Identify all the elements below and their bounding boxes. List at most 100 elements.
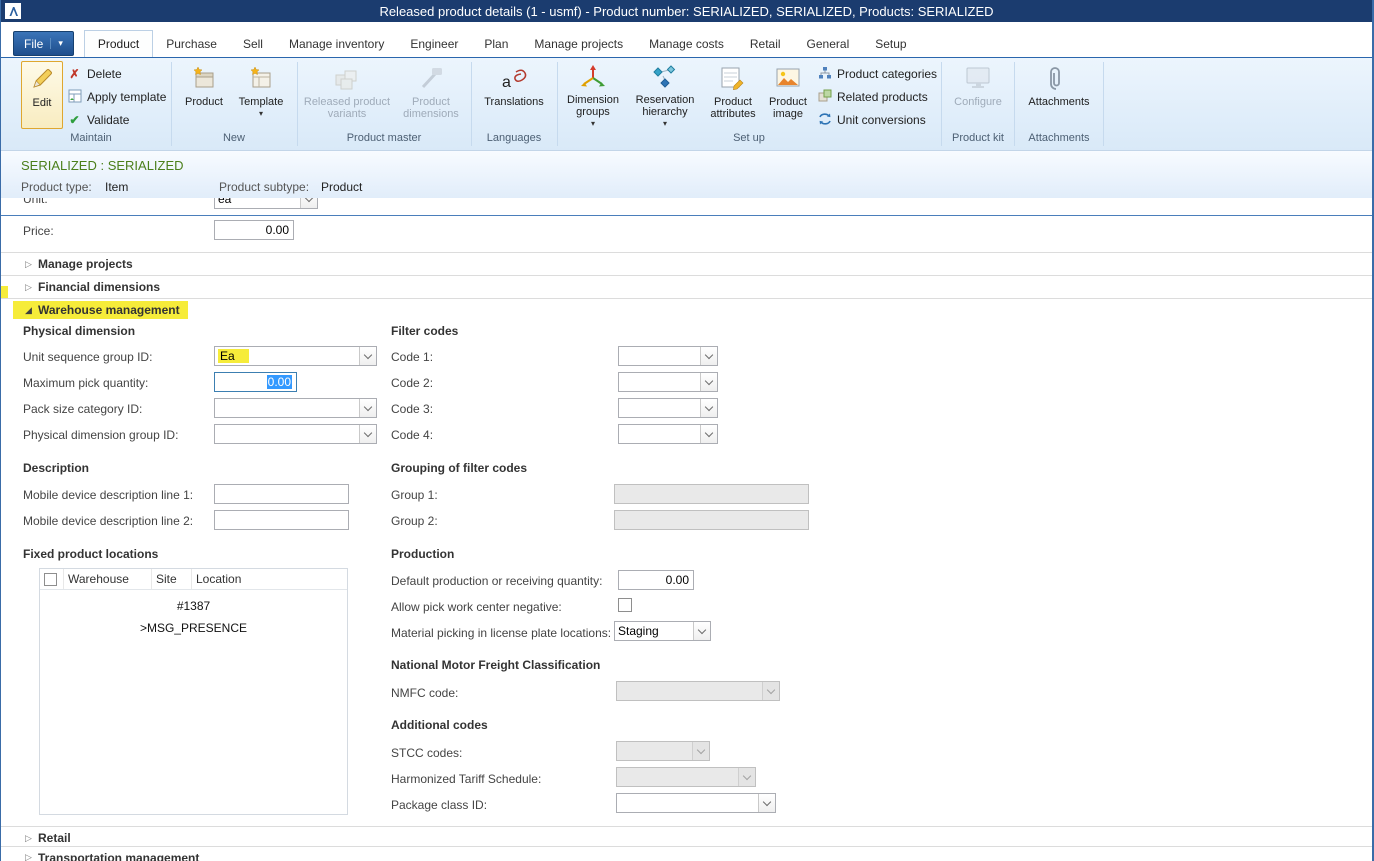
dropdown-button-icon xyxy=(700,425,717,443)
section-manage-projects[interactable]: ▷ Manage projects xyxy=(1,252,1372,275)
tab-manage-inventory[interactable]: Manage inventory xyxy=(276,31,397,57)
section-financial-dimensions[interactable]: ▷ Financial dimensions xyxy=(1,275,1372,298)
code3-combobox[interactable] xyxy=(618,398,718,418)
apply-template-button[interactable]: Apply template xyxy=(67,87,166,107)
physical-dimension-group-label: Physical dimension group ID: xyxy=(23,428,178,442)
record-title: SERIALIZED : SERIALIZED xyxy=(21,158,184,173)
grid-col-location[interactable]: Location xyxy=(192,569,347,589)
translations-button[interactable]: a Translations xyxy=(479,61,549,129)
delete-button[interactable]: ✗ Delete xyxy=(67,64,122,84)
window-title: Released product details (1 - usmf) - Pr… xyxy=(379,4,993,19)
tab-manage-costs[interactable]: Manage costs xyxy=(636,31,737,57)
grouping-filter-codes-heading: Grouping of filter codes xyxy=(391,461,527,475)
section-warehouse-management[interactable]: ◢ Warehouse management xyxy=(1,298,1372,321)
price-label: Price: xyxy=(23,224,54,238)
dimension-groups-button[interactable]: Dimension groups ▾ xyxy=(561,61,625,129)
fixed-locations-grid[interactable]: Warehouse Site Location #1387 >MSG_PRESE… xyxy=(39,568,348,815)
tab-setup[interactable]: Setup xyxy=(862,31,919,57)
selected-text: 0.00 xyxy=(267,375,292,389)
package-class-label: Package class ID: xyxy=(391,798,487,812)
package-class-combobox[interactable] xyxy=(616,793,776,813)
price-input[interactable]: 0.00 xyxy=(214,220,294,240)
attributes-sheet-pencil-icon xyxy=(718,63,748,93)
related-products-button[interactable]: Related products xyxy=(817,87,928,107)
grid-col-warehouse[interactable]: Warehouse xyxy=(64,569,152,589)
select-all-checkbox[interactable] xyxy=(44,573,57,586)
group2-input xyxy=(614,510,809,530)
code4-label: Code 4: xyxy=(391,428,433,442)
mobile-description-line1-label: Mobile device description line 1: xyxy=(23,488,193,502)
dynamics-form-icon xyxy=(7,5,20,18)
released-product-variants-button: Released product variants xyxy=(303,61,391,129)
group1-label: Group 1: xyxy=(391,488,438,502)
product-type-value: Item xyxy=(105,180,128,194)
expander-icon: ▷ xyxy=(25,852,38,861)
reservation-hierarchy-button[interactable]: Reservation hierarchy ▾ xyxy=(629,61,701,129)
dropdown-button-icon xyxy=(359,347,376,365)
axes-3d-icon xyxy=(578,63,608,91)
grid-col-site[interactable]: Site xyxy=(152,569,192,589)
grid-select-all-cell[interactable] xyxy=(40,569,64,589)
expander-icon: ▷ xyxy=(25,833,38,844)
tab-manage-projects[interactable]: Manage projects xyxy=(521,31,636,57)
maximum-pick-quantity-input[interactable]: 0.00 xyxy=(214,372,297,392)
product-image-button[interactable]: Product image xyxy=(763,61,813,129)
attachments-button[interactable]: Attachments xyxy=(1023,61,1095,129)
group-label-maintain: Maintain xyxy=(15,132,167,144)
physical-dimension-group-combobox[interactable] xyxy=(214,424,377,444)
dropdown-button-icon xyxy=(700,347,717,365)
allow-pick-negative-checkbox[interactable] xyxy=(618,598,632,612)
maximum-pick-quantity-label: Maximum pick quantity: xyxy=(23,376,148,390)
code1-combobox[interactable] xyxy=(618,346,718,366)
categories-tree-icon xyxy=(817,66,832,83)
grid-overlay-text-2: >MSG_PRESENCE xyxy=(40,621,347,635)
nmfc-code-combobox xyxy=(616,681,780,701)
stcc-codes-combobox xyxy=(616,741,710,761)
tab-sell[interactable]: Sell xyxy=(230,31,276,57)
new-product-button[interactable]: Product xyxy=(179,61,229,129)
unit-row-clipped: Unit: ea xyxy=(1,198,421,214)
product-box-star-icon xyxy=(189,63,219,93)
section-transportation-management[interactable]: ▷ Transportation management xyxy=(1,846,1372,861)
edit-button[interactable]: Edit xyxy=(21,61,63,129)
dropdown-caret-icon: ▾ xyxy=(591,118,595,130)
file-menu-button[interactable]: File ▾ xyxy=(13,31,74,56)
code1-label: Code 1: xyxy=(391,350,433,364)
product-categories-button[interactable]: Product categories xyxy=(817,64,937,84)
material-picking-select[interactable]: Staging xyxy=(614,621,711,641)
expander-icon: ▷ xyxy=(25,282,38,293)
default-production-quantity-input[interactable]: 0.00 xyxy=(618,570,694,590)
dropdown-button-icon xyxy=(738,768,755,786)
pack-size-category-combobox[interactable] xyxy=(214,398,377,418)
configure-button: Configure xyxy=(949,61,1007,129)
unit-label: Unit: xyxy=(23,198,48,206)
unit-conversions-button[interactable]: Unit conversions xyxy=(817,110,926,130)
code2-combobox[interactable] xyxy=(618,372,718,392)
product-dimensions-button: Product dimensions xyxy=(395,61,467,129)
paperclip-icon xyxy=(1044,63,1074,93)
template-box-star-icon xyxy=(246,63,276,93)
additional-codes-heading: Additional codes xyxy=(391,718,488,732)
tab-plan[interactable]: Plan xyxy=(471,31,521,57)
mobile-description-line1-input[interactable] xyxy=(214,484,349,504)
checkmark-icon: ✔ xyxy=(67,113,82,127)
unit-combobox[interactable]: ea xyxy=(214,198,318,209)
expander-icon: ◢ xyxy=(25,305,38,316)
code4-combobox[interactable] xyxy=(618,424,718,444)
code2-label: Code 2: xyxy=(391,376,433,390)
validate-button[interactable]: ✔ Validate xyxy=(67,110,129,130)
unit-sequence-group-combobox[interactable]: Ea xyxy=(214,346,377,366)
tab-engineer[interactable]: Engineer xyxy=(397,31,471,57)
mobile-description-line2-input[interactable] xyxy=(214,510,349,530)
tab-general[interactable]: General xyxy=(794,31,863,57)
related-boxes-icon xyxy=(817,89,832,106)
app-icon[interactable] xyxy=(5,3,21,19)
product-subtype-value: Product xyxy=(321,180,362,194)
svg-text:a: a xyxy=(502,74,511,91)
tab-purchase[interactable]: Purchase xyxy=(153,31,230,57)
highlighted-section-title: ◢ Warehouse management xyxy=(13,301,188,319)
new-template-button[interactable]: Template ▾ xyxy=(233,61,289,129)
tab-product[interactable]: Product xyxy=(84,30,153,57)
product-attributes-button[interactable]: Product attributes xyxy=(705,61,761,129)
tab-retail[interactable]: Retail xyxy=(737,31,794,57)
